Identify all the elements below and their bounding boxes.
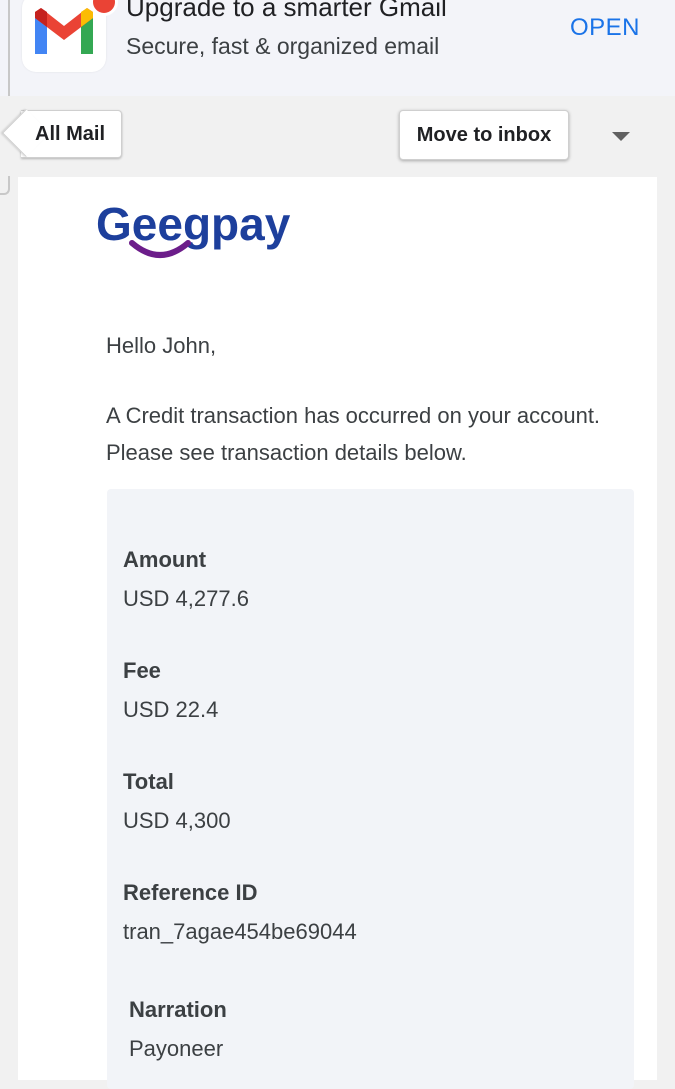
total-label: Total bbox=[123, 769, 174, 794]
amount-label: Amount bbox=[123, 547, 207, 572]
chevron-down-icon[interactable] bbox=[612, 132, 630, 141]
move-to-inbox-button[interactable]: Move to inbox bbox=[399, 110, 569, 160]
total-value: USD 4,300 bbox=[123, 808, 231, 833]
email-toolbar: All Mail Move to inbox bbox=[0, 96, 675, 176]
gmail-upgrade-banner[interactable]: Upgrade to a smarter Gmail Secure, fast … bbox=[0, 0, 675, 96]
intro-text: A Credit transaction has occurred on you… bbox=[106, 403, 601, 465]
amount-value: USD 4,277.6 bbox=[123, 586, 249, 611]
reference-id-value: tran_7agae454be69044 bbox=[123, 919, 357, 944]
banner-subtitle: Secure, fast & organized email bbox=[126, 33, 440, 59]
email-body: Geegpay Hello John, A Credit transaction… bbox=[18, 177, 657, 1089]
all-mail-back-button[interactable]: All Mail bbox=[21, 110, 122, 158]
all-mail-label: All Mail bbox=[35, 123, 106, 145]
reference-id-label: Reference ID bbox=[123, 880, 258, 905]
brand-wordmark: Geegpay bbox=[96, 198, 291, 250]
transaction-details: Amount USD 4,277.6 Fee USD 22.4 Total US… bbox=[107, 489, 634, 1089]
open-button[interactable]: OPEN bbox=[570, 14, 640, 42]
greeting: Hello John, bbox=[106, 333, 217, 358]
narration-value: Payoneer bbox=[129, 1036, 224, 1061]
fee-value: USD 22.4 bbox=[123, 697, 219, 722]
fee-label: Fee bbox=[123, 658, 161, 683]
banner-title: Upgrade to a smarter Gmail bbox=[126, 0, 447, 22]
geegpay-logo: Geegpay bbox=[96, 198, 291, 258]
narration-label: Narration bbox=[129, 997, 227, 1022]
